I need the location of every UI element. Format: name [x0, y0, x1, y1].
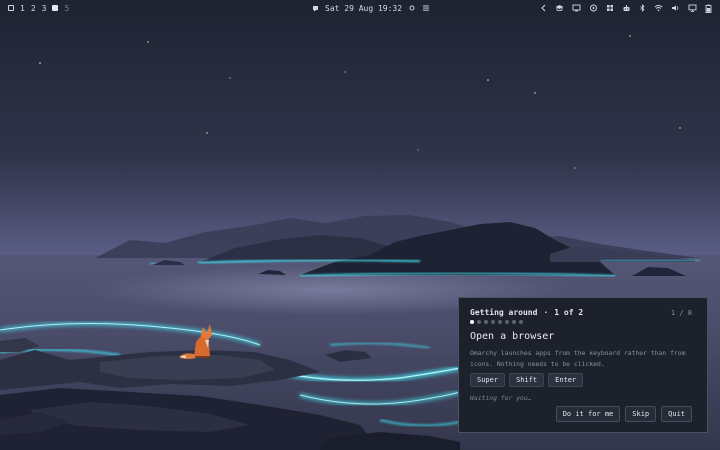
tutorial-progress-label: 1 of 2 — [554, 308, 584, 317]
tutorial-header: Getting around · 1 of 2 — [470, 308, 583, 317]
progress-dot — [512, 320, 516, 324]
display-icon[interactable] — [688, 4, 697, 12]
do-it-for-me-button[interactable]: Do it for me — [555, 406, 621, 422]
top-bar: 1 2 3 5 Sat 29 Aug 19:32 — [0, 0, 720, 16]
chevron-left-icon[interactable] — [540, 4, 547, 12]
workspace-2[interactable]: 2 — [31, 4, 36, 13]
header-separator: · — [543, 308, 549, 317]
monitor-icon[interactable] — [572, 4, 581, 12]
battery-icon[interactable] — [705, 4, 712, 13]
graduation-cap-icon[interactable] — [555, 4, 564, 12]
workspace-5[interactable]: 5 — [64, 4, 69, 13]
workspace-1[interactable]: 1 — [20, 4, 25, 13]
progress-dot — [477, 320, 481, 324]
progress-dot — [519, 320, 523, 324]
key-combo: Super Shift Enter — [470, 373, 584, 387]
key-super: Super — [470, 373, 506, 387]
quit-button[interactable]: Quit — [661, 406, 692, 422]
clock[interactable]: Sat 29 Aug 19:32 — [325, 4, 402, 13]
robot-icon[interactable] — [622, 4, 631, 12]
tutorial-panel: Getting around · 1 of 2 1 / 8 Open a bro… — [458, 297, 708, 433]
workspace-active-icon[interactable] — [52, 5, 59, 11]
status-text: Waiting for you… — [470, 394, 532, 402]
step-title: Open a browser — [470, 331, 555, 342]
step-description: Omarchy launches apps from the keyboard … — [470, 349, 686, 368]
progress-dot — [498, 320, 502, 324]
progress-dot — [491, 320, 495, 324]
progress-dot — [470, 320, 474, 324]
volume-icon[interactable] — [671, 4, 680, 12]
system-tray — [540, 0, 712, 16]
bluetooth-icon[interactable] — [639, 4, 646, 12]
menu-grid-icon[interactable] — [8, 5, 14, 11]
menu-icon[interactable] — [422, 4, 430, 12]
gamepad-icon[interactable] — [589, 4, 598, 12]
skip-button[interactable]: Skip — [625, 406, 657, 422]
workspace-3[interactable]: 3 — [42, 4, 47, 13]
brightness-icon[interactable] — [408, 4, 416, 12]
key-shift: Shift — [509, 373, 545, 387]
progress-dot — [505, 320, 509, 324]
workspace-switcher: 1 2 3 5 — [8, 0, 69, 16]
tutorial-section: Getting around — [470, 308, 538, 317]
progress-dots — [470, 320, 523, 324]
tutorial-actions: Do it for me Skip Quit — [555, 406, 692, 422]
key-enter: Enter — [548, 373, 584, 387]
progress-dot — [484, 320, 488, 324]
desktop: 1 2 3 5 Sat 29 Aug 19:32 Getting around … — [0, 0, 720, 450]
wifi-icon[interactable] — [654, 4, 663, 12]
notification-icon[interactable] — [312, 5, 319, 12]
grid-icon[interactable] — [606, 4, 614, 12]
clock-area: Sat 29 Aug 19:32 — [312, 0, 430, 16]
step-counter: 1 / 8 — [670, 309, 692, 317]
